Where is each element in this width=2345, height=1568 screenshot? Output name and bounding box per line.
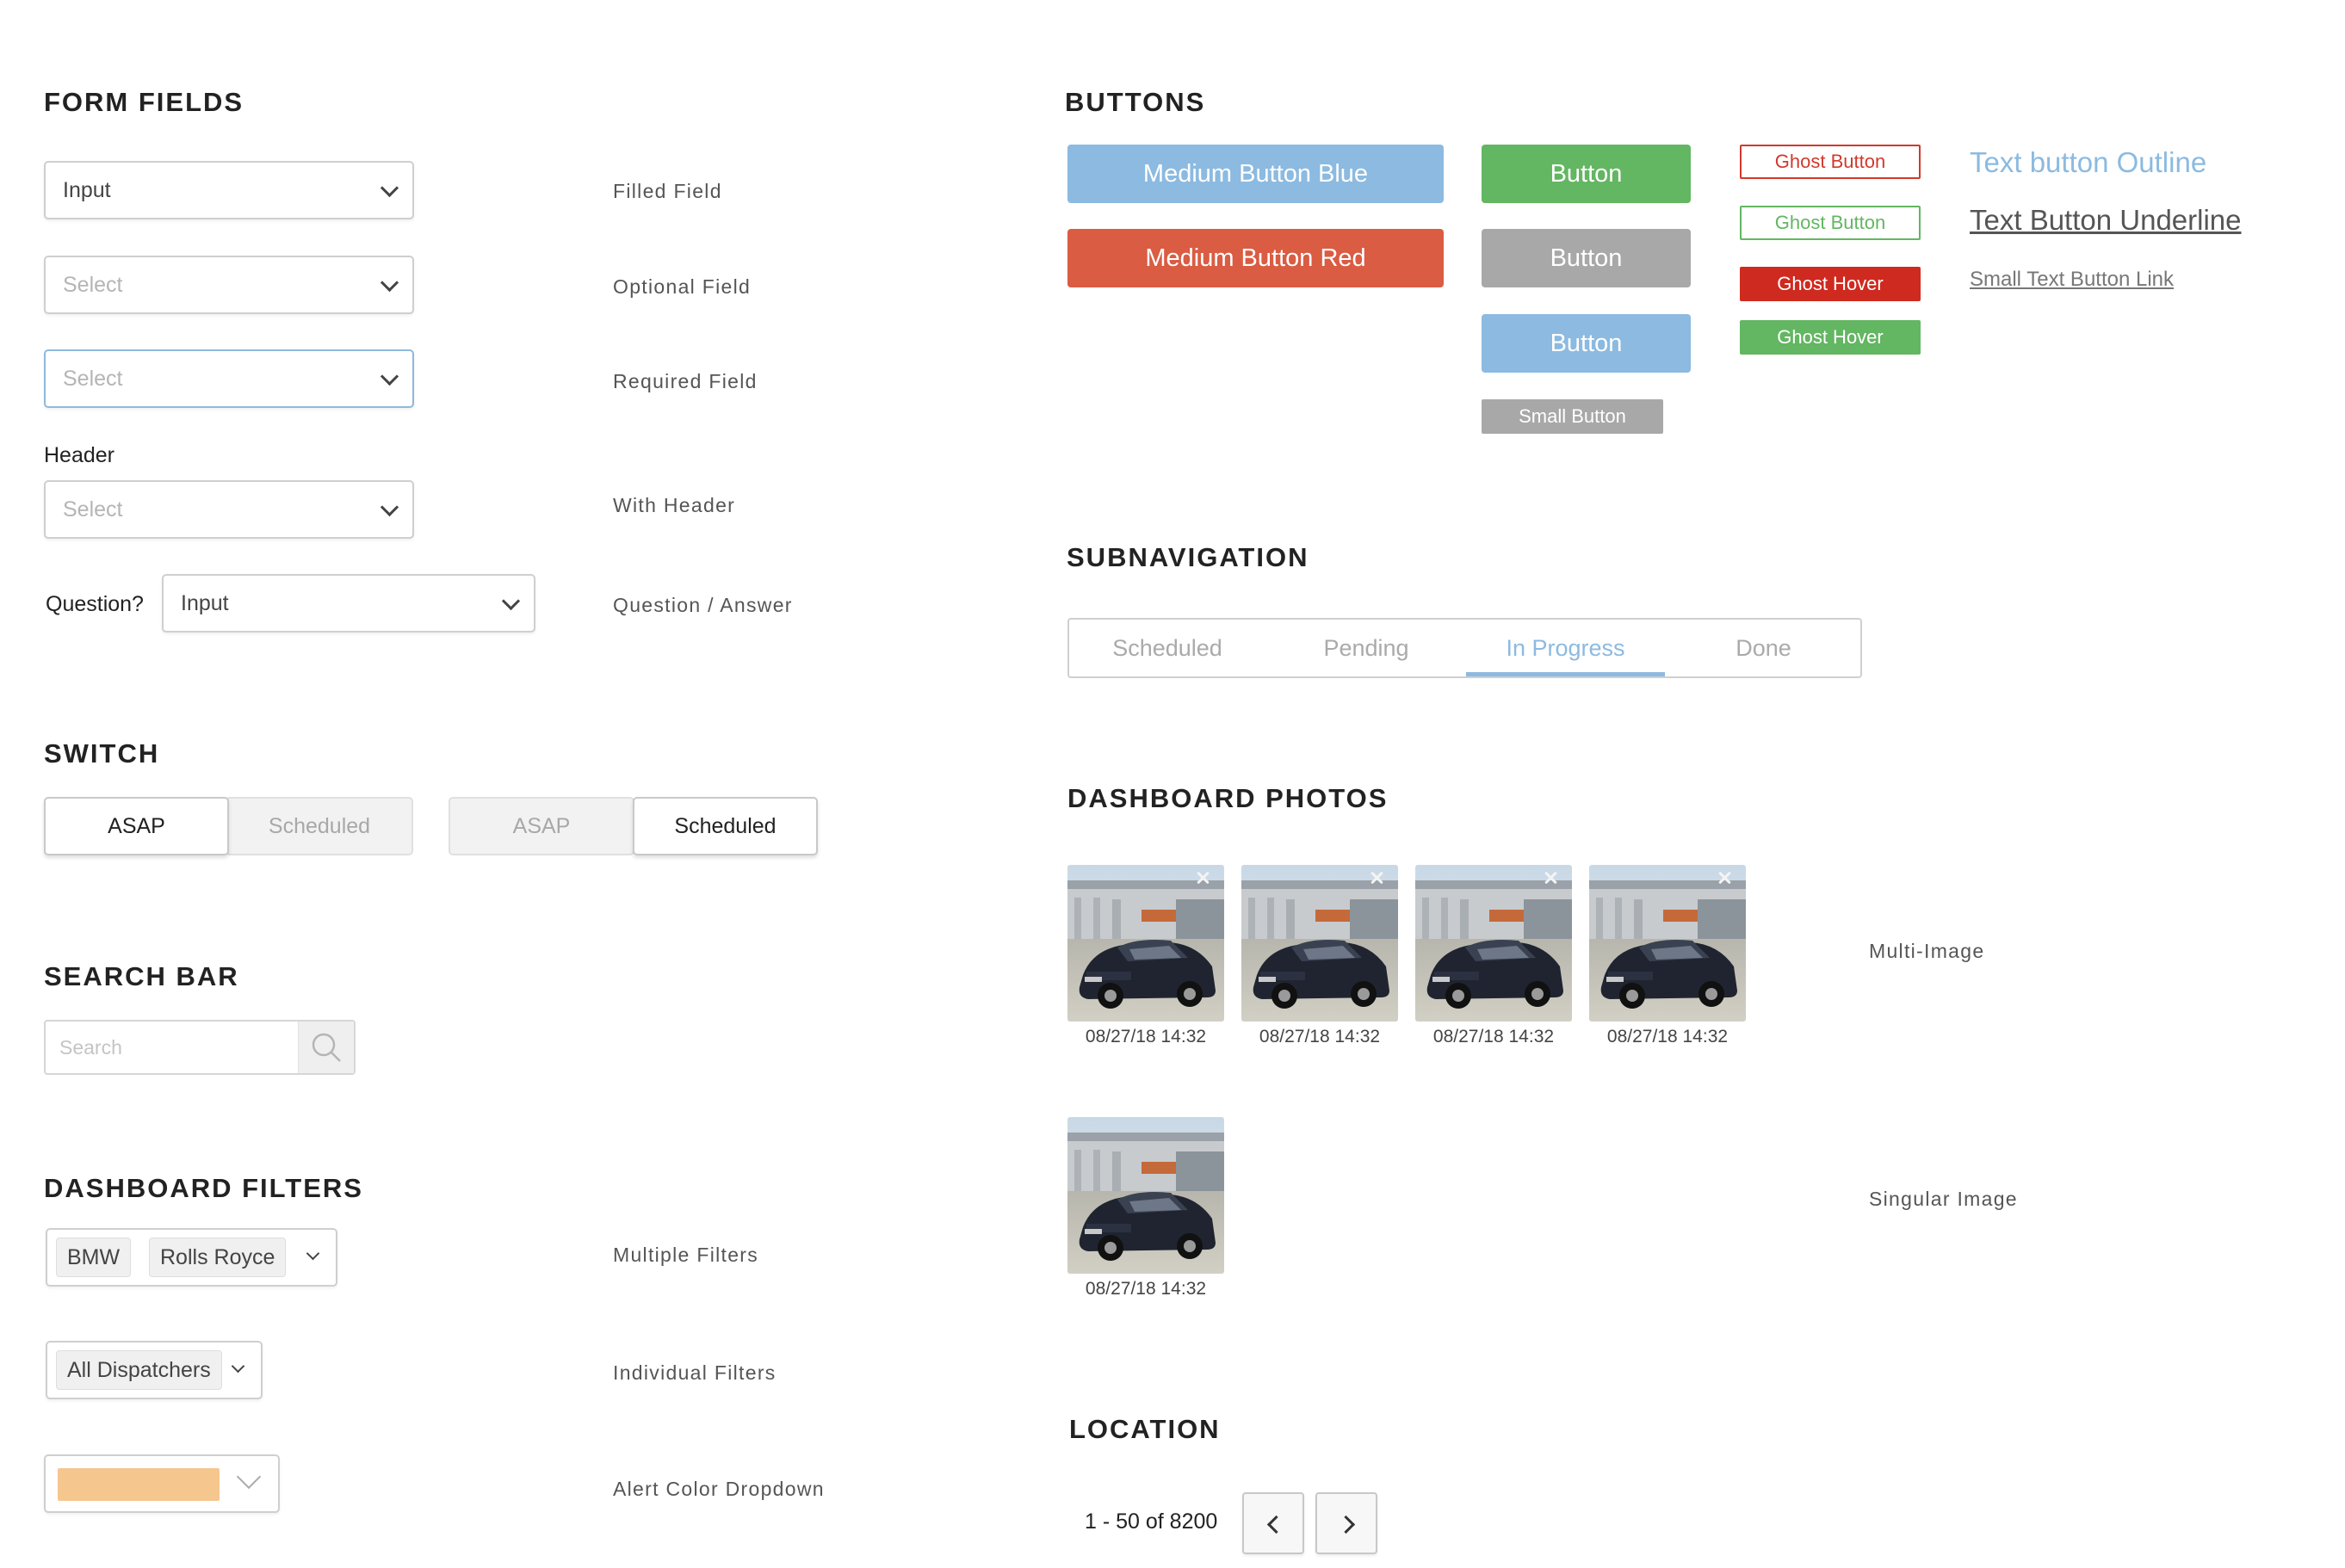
text-button-underline[interactable]: Text Button Underline <box>1970 204 2242 237</box>
alert-color-label: Alert Color Dropdown <box>613 1478 825 1500</box>
filter-chip[interactable]: All Dispatchers <box>56 1350 222 1390</box>
switch-title: SWITCH <box>44 738 160 769</box>
photo-timestamp: 08/27/18 14:32 <box>1259 1027 1381 1046</box>
button-blue[interactable]: Button <box>1482 314 1691 373</box>
chevron-down-icon <box>231 1359 245 1374</box>
close-icon[interactable] <box>1369 870 1384 886</box>
pagination-range: 1 - 50 of 8200 <box>1085 1509 1218 1534</box>
individual-filter-dropdown[interactable]: All Dispatchers <box>46 1341 263 1399</box>
chevron-right-icon <box>1336 1515 1356 1534</box>
dashboard-photos-title: DASHBOARD PHOTOS <box>1067 783 1389 813</box>
tab-done[interactable]: Done <box>1665 620 1862 676</box>
close-icon[interactable] <box>1717 870 1732 886</box>
photo-timestamp: 08/27/18 14:32 <box>1606 1027 1729 1046</box>
photo-thumbnail[interactable] <box>1589 865 1746 1022</box>
location-title: LOCATION <box>1069 1414 1221 1444</box>
multiple-filters-dropdown[interactable]: BMW Rolls Royce <box>46 1228 337 1287</box>
tab-pending[interactable]: Pending <box>1267 620 1465 676</box>
photo-timestamp: 08/27/18 14:32 <box>1085 1027 1207 1046</box>
next-page-button[interactable] <box>1315 1492 1377 1554</box>
chevron-down-icon <box>380 497 399 517</box>
previous-page-button[interactable] <box>1242 1492 1304 1554</box>
individual-filters-label: Individual Filters <box>613 1361 777 1384</box>
search-bar-title: SEARCH BAR <box>44 961 239 991</box>
question-label: Question? <box>46 592 144 616</box>
search-placeholder: Search <box>59 1036 122 1059</box>
car-photo <box>1067 865 1224 1022</box>
subnavigation-bar: Scheduled Pending In Progress Done <box>1067 618 1862 678</box>
close-icon[interactable] <box>1195 870 1210 886</box>
switch-asap-option[interactable]: ASAP <box>44 797 229 855</box>
with-header-placeholder: Select <box>63 497 123 522</box>
medium-button-blue[interactable]: Medium Button Blue <box>1067 145 1444 203</box>
tab-in-progress[interactable]: In Progress <box>1466 620 1665 676</box>
multi-image-label: Multi-Image <box>1869 940 1985 962</box>
singular-image-label: Singular Image <box>1869 1188 2018 1210</box>
chevron-left-icon <box>1266 1515 1286 1534</box>
required-field-placeholder: Select <box>63 367 123 391</box>
small-button[interactable]: Small Button <box>1482 399 1663 434</box>
car-photo <box>1241 865 1398 1022</box>
filter-chip[interactable]: BMW <box>56 1238 132 1277</box>
medium-button-red[interactable]: Medium Button Red <box>1067 229 1444 287</box>
question-answer-label: Question / Answer <box>613 594 793 616</box>
filled-field-value: Input <box>63 178 111 202</box>
with-header-select[interactable]: Select <box>44 480 414 539</box>
search-input[interactable]: Search <box>44 1020 356 1075</box>
search-icon <box>312 1033 341 1062</box>
answer-select[interactable]: Input <box>162 574 535 633</box>
button-grey[interactable]: Button <box>1482 229 1691 287</box>
small-text-button-link[interactable]: Small Text Button Link <box>1970 268 2174 292</box>
with-header-label: With Header <box>613 494 736 516</box>
filled-field-select[interactable]: Input <box>44 161 414 219</box>
switch-scheduled-option[interactable]: Scheduled <box>226 797 413 855</box>
car-photo <box>1415 865 1572 1022</box>
chevron-down-icon <box>380 273 399 293</box>
switch-asap-option[interactable]: ASAP <box>449 797 634 855</box>
chevron-down-icon <box>236 1464 262 1490</box>
search-button[interactable] <box>298 1022 354 1073</box>
photo-thumbnail[interactable] <box>1067 865 1224 1022</box>
chevron-down-icon <box>306 1246 320 1261</box>
alert-color-swatch <box>58 1468 220 1501</box>
alert-color-dropdown[interactable] <box>44 1454 280 1513</box>
car-photo <box>1589 865 1746 1022</box>
photo-timestamp: 08/27/18 14:32 <box>1085 1279 1207 1299</box>
photo-thumbnail-single[interactable] <box>1067 1117 1224 1274</box>
filled-field-label: Filled Field <box>613 180 722 202</box>
chevron-down-icon <box>501 591 521 611</box>
text-button-outline[interactable]: Text button Outline <box>1970 146 2206 179</box>
field-header: Header <box>44 443 114 467</box>
photo-thumbnail[interactable] <box>1241 865 1398 1022</box>
optional-field-label: Optional Field <box>613 275 752 298</box>
buttons-title: BUTTONS <box>1065 87 1206 117</box>
multiple-filters-label: Multiple Filters <box>613 1244 759 1266</box>
answer-value: Input <box>181 591 229 615</box>
button-green[interactable]: Button <box>1482 145 1691 203</box>
subnavigation-title: SUBNAVIGATION <box>1067 542 1309 572</box>
close-icon[interactable] <box>1543 870 1558 886</box>
required-field-label: Required Field <box>613 370 758 392</box>
optional-field-placeholder: Select <box>63 273 123 297</box>
required-field-select[interactable]: Select <box>44 349 414 408</box>
ghost-hover-green[interactable]: Ghost Hover <box>1740 320 1921 355</box>
tab-scheduled[interactable]: Scheduled <box>1069 620 1265 676</box>
filter-chip[interactable]: Rolls Royce <box>149 1238 287 1277</box>
form-fields-title: FORM FIELDS <box>44 87 244 117</box>
ghost-button-green[interactable]: Ghost Button <box>1740 206 1921 240</box>
chevron-down-icon <box>380 367 399 386</box>
dashboard-filters-title: DASHBOARD FILTERS <box>44 1173 363 1203</box>
ghost-button-red[interactable]: Ghost Button <box>1740 145 1921 179</box>
switch-scheduled-option[interactable]: Scheduled <box>633 797 818 855</box>
photo-thumbnail[interactable] <box>1415 865 1572 1022</box>
chevron-down-icon <box>380 178 399 198</box>
photo-timestamp: 08/27/18 14:32 <box>1432 1027 1555 1046</box>
ghost-hover-red[interactable]: Ghost Hover <box>1740 267 1921 301</box>
car-photo <box>1067 1117 1224 1274</box>
optional-field-select[interactable]: Select <box>44 256 414 314</box>
